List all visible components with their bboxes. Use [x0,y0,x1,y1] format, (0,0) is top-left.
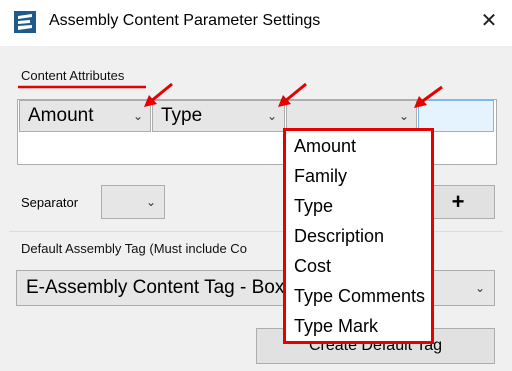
dropdown-option[interactable]: Type Comments [286,281,431,311]
chevron-down-icon: ⌄ [474,281,485,295]
dropdown-option[interactable]: Type [286,191,431,221]
attribute-combo-1-value: Amount [28,105,94,126]
window-title: Assembly Content Parameter Settings [49,12,321,29]
default-tag-value: E-Assembly Content Tag - Boxed [26,277,306,298]
attribute-combo-1[interactable]: Amount ⌄ [19,100,151,132]
dropdown-option[interactable]: Family [286,161,431,191]
content-attributes-label: Content Attributes [21,68,125,83]
dropdown-option[interactable]: Amount [286,131,431,161]
title-bar: Assembly Content Parameter Settings ✕ [0,0,512,46]
dropdown-option[interactable]: Description [286,221,431,251]
annotation-underline [18,85,146,89]
dropdown-option[interactable]: Type Mark [286,311,431,341]
dialog-window: Assembly Content Parameter Settings ✕ Co… [0,0,512,371]
dropdown-option[interactable]: Cost [286,251,431,281]
default-tag-label: Default Assembly Tag (Must include Co [21,241,247,256]
chevron-down-icon: ⌄ [145,195,156,209]
attribute-dropdown-list: Amount Family Type Description Cost Type… [283,128,434,344]
red-arrow-icon [414,85,443,108]
red-arrow-icon [144,82,173,107]
red-arrow-icon [278,82,307,107]
separator-label: Separator [21,195,79,210]
separator-combo[interactable]: ⌄ [101,185,165,219]
close-icon[interactable]: ✕ [476,8,502,34]
app-logo-icon [14,11,36,33]
